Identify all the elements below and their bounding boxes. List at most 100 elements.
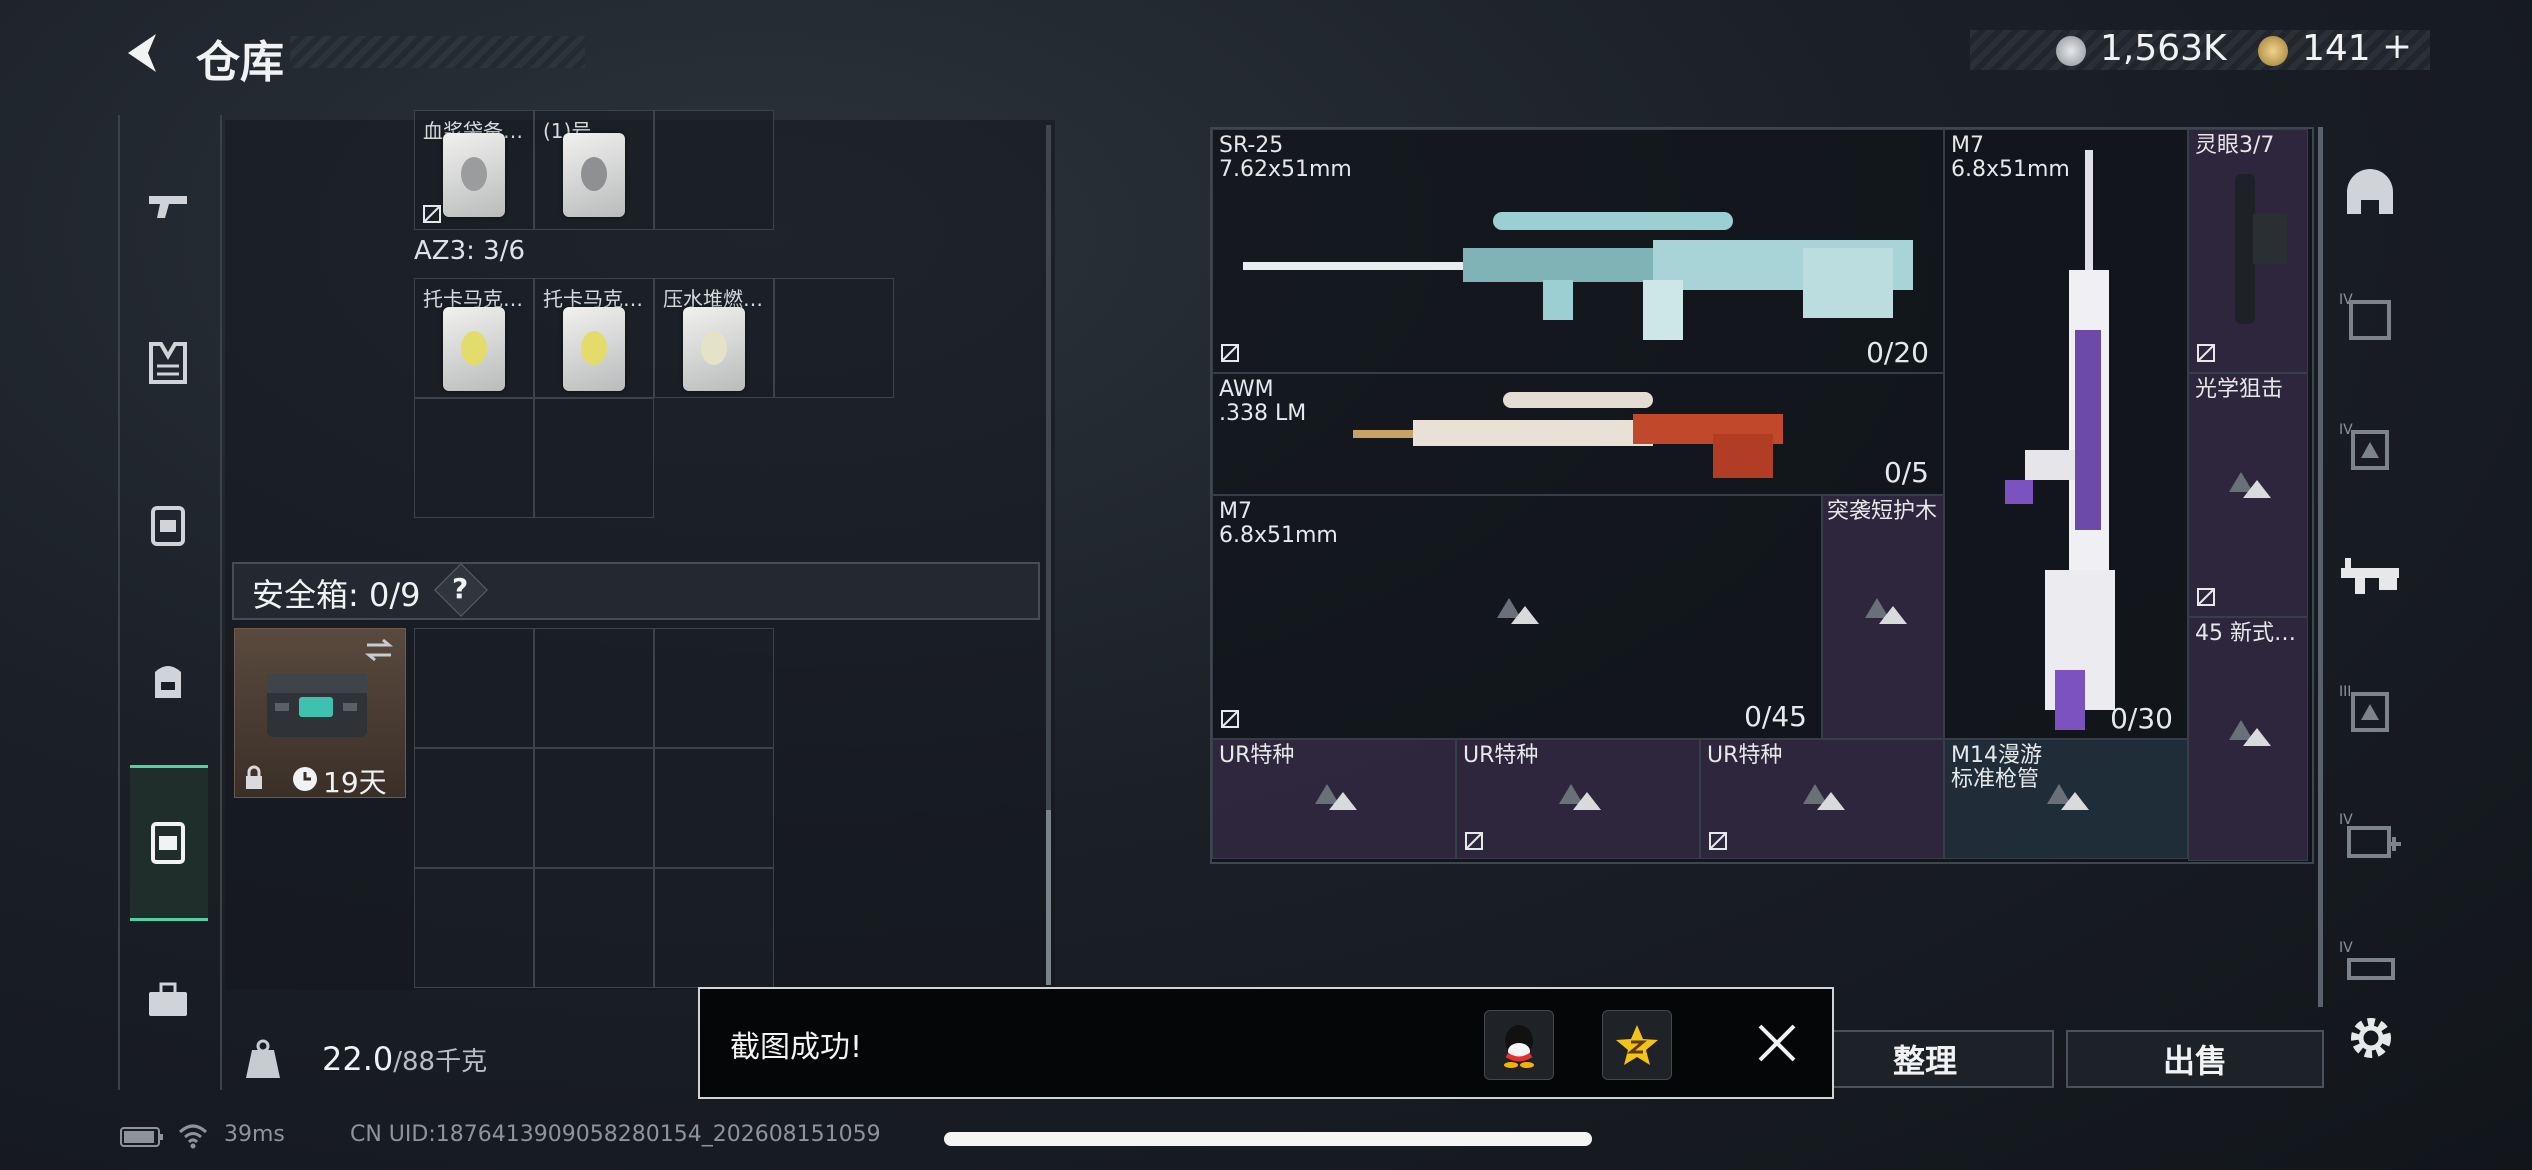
toolbox-icon[interactable] <box>135 968 201 1034</box>
scope-image <box>2235 174 2287 324</box>
ammo-count: 0/30 <box>2110 702 2173 735</box>
attachment-slot-ur-2[interactable]: UR特种 <box>1456 739 1700 859</box>
safe-slot[interactable] <box>654 748 774 868</box>
weapon-name: AWM <box>1219 377 1274 402</box>
inventory-slot[interactable] <box>654 110 774 230</box>
no-trade-icon <box>1221 344 1239 362</box>
lock-icon <box>246 765 262 789</box>
chest-rig-icon[interactable] <box>135 492 201 558</box>
swap-icon <box>364 638 394 662</box>
help-text: ? <box>452 572 469 605</box>
safe-box-item[interactable]: 19天 <box>234 628 406 799</box>
safe-slot[interactable] <box>414 748 534 868</box>
share-qq-button[interactable] <box>1484 1010 1554 1080</box>
weapon-slot-awm[interactable]: AWM .338 LM 0/5 <box>1212 373 1944 495</box>
no-trade-icon <box>1221 710 1239 728</box>
helmet-icon[interactable] <box>2335 164 2405 224</box>
equipment-scrollbar[interactable] <box>2318 127 2323 1007</box>
back-arrow-icon[interactable] <box>118 28 168 78</box>
attachment-slot-scope[interactable]: 灵眼3/7 <box>2188 129 2308 373</box>
rig-iv-icon[interactable]: IV <box>2335 418 2405 478</box>
empty-slot-icon <box>1803 784 1845 810</box>
ping-readout: 39ms <box>224 1122 285 1147</box>
safe-slot[interactable] <box>534 748 654 868</box>
safe-slot[interactable] <box>654 628 774 748</box>
weapon-name: M7 <box>1951 133 1984 158</box>
inventory-scroll-thumb[interactable] <box>1046 810 1051 985</box>
no-trade-icon <box>1709 832 1727 850</box>
attachment-label: UR特种 <box>1707 743 1783 768</box>
safe-box-label: 安全箱: 0/9 <box>252 576 421 614</box>
inventory-slot[interactable]: 托卡马克… <box>414 278 534 398</box>
attachment-label: 灵眼3/7 <box>2195 133 2275 158</box>
item-image <box>563 133 625 217</box>
container-case-icon <box>267 673 367 737</box>
attachment-slot-handguard[interactable]: 突袭短护木 <box>1822 495 1944 739</box>
safe-slot[interactable] <box>414 868 534 988</box>
weapon-slot-m7-mid[interactable]: M7 6.8x51mm 0/45 <box>1212 495 1822 739</box>
inventory-slot[interactable] <box>414 398 534 518</box>
item-image <box>443 307 505 391</box>
armor-icon[interactable] <box>135 330 201 396</box>
share-qzone-button[interactable] <box>1602 1010 1672 1080</box>
svg-text:IV: IV <box>2339 812 2353 828</box>
rifle-icon[interactable] <box>2335 548 2405 608</box>
inventory-slot[interactable]: (1)号… <box>534 110 654 230</box>
close-icon[interactable] <box>1752 1018 1802 1068</box>
battery-icon <box>120 1127 163 1147</box>
wifi-icon <box>178 1124 208 1149</box>
item-days-left: 19天 <box>323 766 387 799</box>
m7-rifle-image <box>2005 150 2115 730</box>
weapon-slot-sr25[interactable]: SR-25 7.62x51mm 0/20 <box>1212 129 1944 373</box>
az3-label: AZ3: 3/6 <box>414 236 526 266</box>
add-currency-button[interactable]: + <box>2382 26 2412 67</box>
awm-rifle-image <box>1353 392 1783 478</box>
no-trade-icon <box>2197 588 2215 606</box>
inventory-slot[interactable]: 压水堆燃… <box>654 278 774 398</box>
secure-container-icon[interactable] <box>135 808 201 874</box>
category-sidebar <box>118 115 222 1090</box>
weight-value: 22.0 <box>322 1040 394 1078</box>
weapon-name: M7 <box>1219 499 1252 524</box>
home-indicator[interactable] <box>944 1132 1592 1146</box>
attachment-slot-ur-1[interactable]: UR特种 <box>1212 739 1456 859</box>
safe-slot[interactable] <box>534 868 654 988</box>
rig-iii-icon[interactable]: III <box>2335 680 2405 740</box>
empty-slot-icon <box>2229 472 2271 498</box>
settings-gear-icon[interactable] <box>2343 1010 2399 1066</box>
inventory-slot[interactable] <box>774 278 894 398</box>
attachment-slot-ur-3[interactable]: UR特种 <box>1700 739 1944 859</box>
attachment-label: UR特种 <box>1219 743 1295 768</box>
attachment-slot-barrel[interactable]: M14漫游 标准枪管 <box>1944 739 2188 859</box>
inventory-slot[interactable]: 血浆袋备… <box>414 110 534 230</box>
empty-slot-icon <box>2047 784 2089 810</box>
weight-icon <box>246 1039 280 1078</box>
pistol-icon[interactable] <box>135 172 201 238</box>
gold-coin-icon <box>2258 36 2288 66</box>
inventory-slot[interactable]: 托卡马克… <box>534 278 654 398</box>
attachment-label: 45 新式… <box>2195 621 2296 646</box>
safe-slot[interactable] <box>654 868 774 988</box>
vest-iv-icon[interactable]: IV <box>2335 936 2405 996</box>
organize-button[interactable]: 整理 <box>1796 1030 2054 1088</box>
safe-slot[interactable] <box>414 628 534 748</box>
no-trade-icon <box>423 205 441 223</box>
weapon-caliber: 6.8x51mm <box>1219 523 1338 548</box>
svg-text:III: III <box>2339 684 2351 700</box>
item-image <box>683 307 745 391</box>
toast-message: 截图成功! <box>730 1030 863 1065</box>
attachment-slot-optical[interactable]: 光学狙击 <box>2188 373 2308 617</box>
weapon-slot-m7-top[interactable]: M7 6.8x51mm 0/30 <box>1944 129 2188 739</box>
currency-primary: 1,563K <box>2100 28 2227 69</box>
page-title: 仓库 <box>196 37 284 88</box>
armor-iv-icon[interactable]: IV <box>2335 288 2405 348</box>
attachment-slot-45[interactable]: 45 新式… <box>2188 617 2308 861</box>
svg-text:IV: IV <box>2339 940 2353 956</box>
weapon-name: SR-25 <box>1219 133 1284 158</box>
sell-button[interactable]: 出售 <box>2066 1030 2324 1088</box>
safe-slot[interactable] <box>534 628 654 748</box>
user-id: CN UID:1876413909058280154_202608151059 <box>350 1122 881 1147</box>
medkit-iv-icon[interactable]: IV <box>2335 808 2405 868</box>
backpack-icon[interactable] <box>135 648 201 714</box>
inventory-slot[interactable] <box>534 398 654 518</box>
